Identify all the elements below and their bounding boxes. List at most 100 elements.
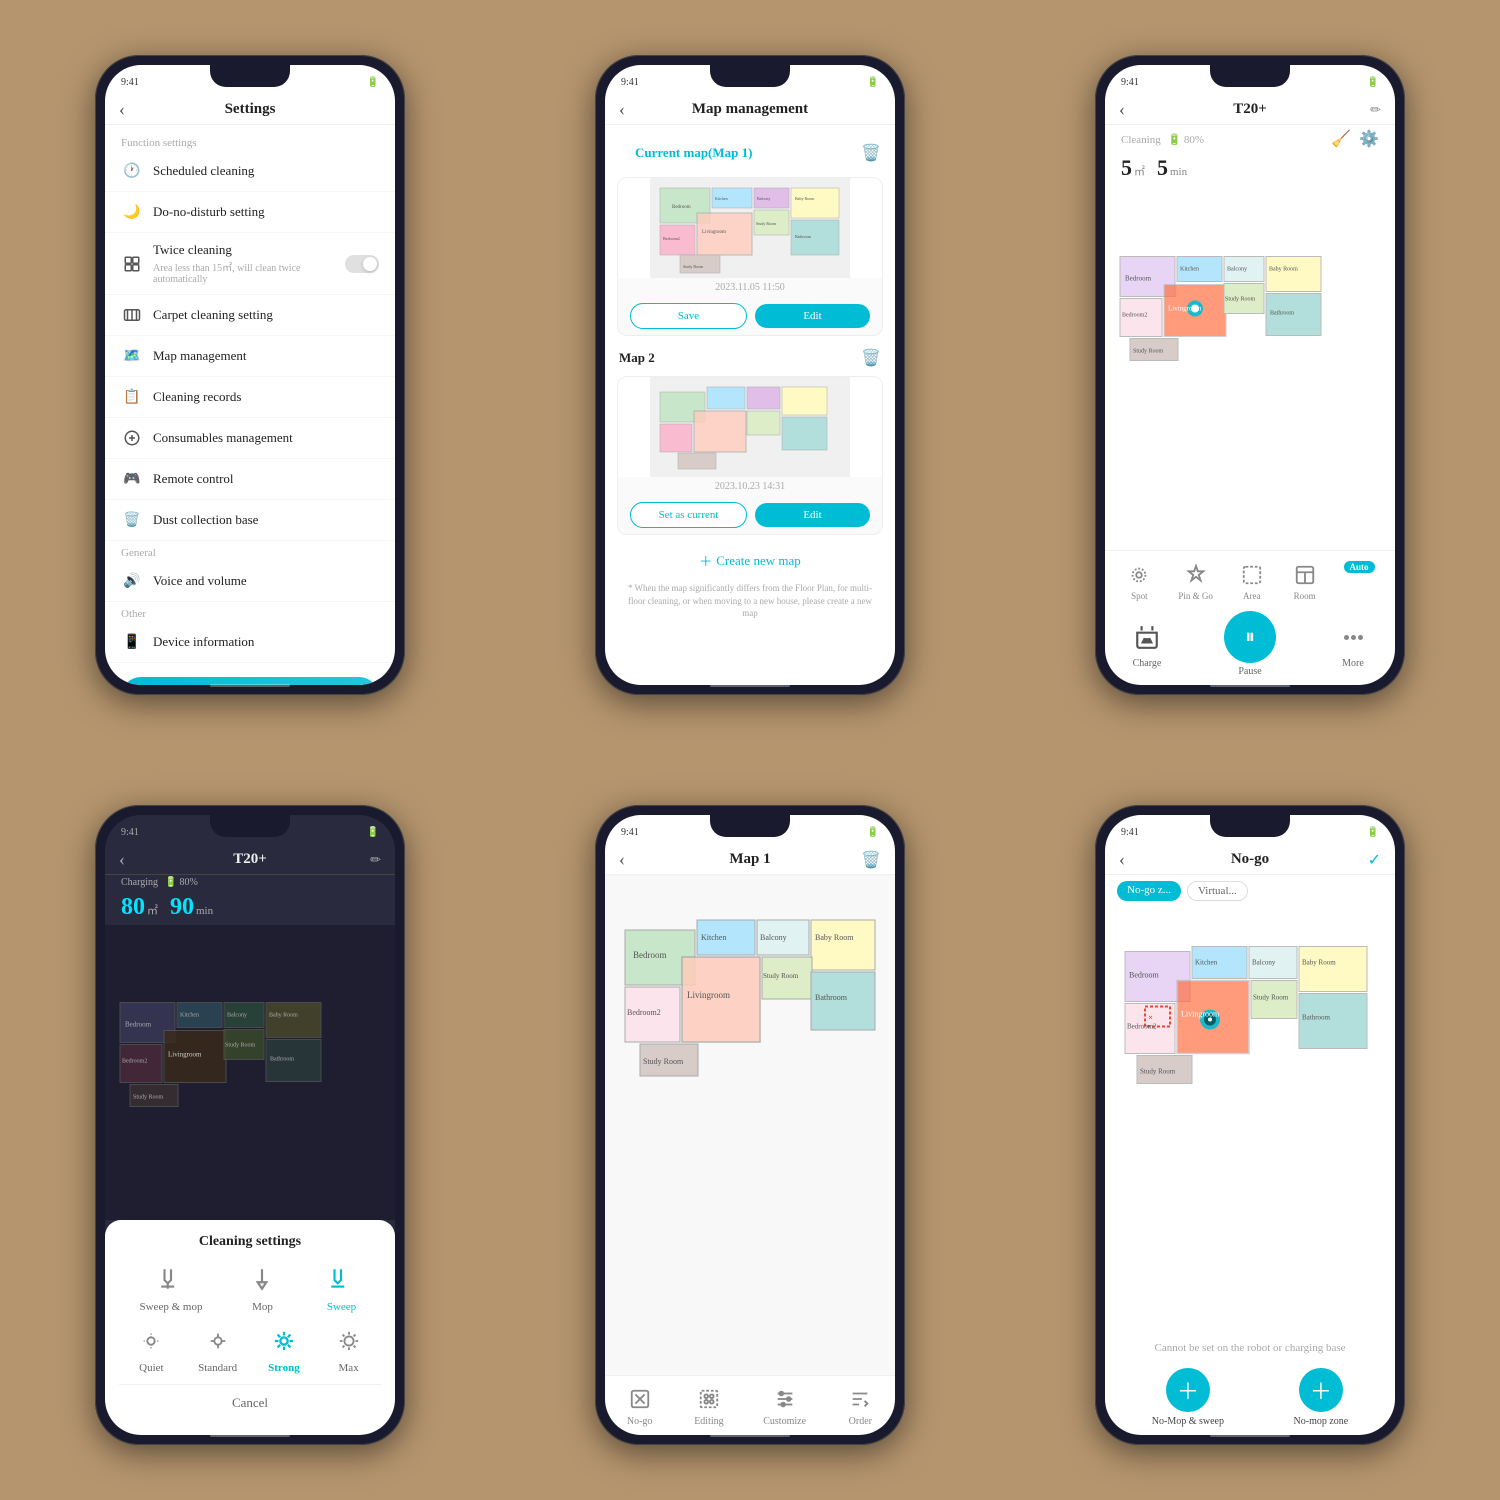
strong-item[interactable]: Strong xyxy=(266,1323,302,1374)
toolbar-customize[interactable]: Customize xyxy=(763,1384,806,1427)
settings-scroll-area[interactable]: Function settings 🕐 Scheduled cleaning 🌙… xyxy=(105,125,395,685)
area-unit: ㎡ xyxy=(1134,163,1145,179)
carpet-icon xyxy=(121,304,143,326)
svg-text:Study Room: Study Room xyxy=(683,264,704,269)
delete-map1-icon[interactable]: 🗑️ xyxy=(861,143,881,163)
settings-item-dust[interactable]: 🗑️ Dust collection base xyxy=(105,500,395,541)
settings-item-map[interactable]: 🗺️ Map management xyxy=(105,336,395,377)
mop-item[interactable]: Mop xyxy=(243,1260,281,1313)
settings-item-carpet[interactable]: Carpet cleaning setting xyxy=(105,295,395,336)
delete-map-editor-icon[interactable]: 🗑️ xyxy=(861,850,881,870)
svg-text:Baby Room: Baby Room xyxy=(269,1013,298,1019)
more-button[interactable]: More xyxy=(1335,619,1371,669)
map-mgmt-scroll[interactable]: Current map(Map 1) 🗑️ xyxy=(605,125,895,685)
dark-time-unit: min xyxy=(196,905,213,917)
settings-item-remote[interactable]: 🎮 Remote control xyxy=(105,459,395,500)
map2-timestamp: 2023.10.23 14:31 xyxy=(618,477,882,496)
edit-icon-t20[interactable]: ✏ xyxy=(1370,102,1381,118)
cleaning-settings-sheet: Cleaning settings Sweep & mop Mop xyxy=(105,1220,395,1435)
settings-header: ‹ Settings xyxy=(105,95,395,125)
save-button[interactable]: Save xyxy=(630,303,747,329)
settings-item-dnd[interactable]: 🌙 Do-no-disturb setting xyxy=(105,192,395,233)
settings-item-voice[interactable]: 🔊 Voice and volume xyxy=(105,561,395,602)
back-button-t20[interactable]: ‹ xyxy=(1119,99,1125,120)
t20-title: T20+ xyxy=(1233,101,1267,118)
twice-title: Twice cleaning xyxy=(153,242,335,258)
bottom-bar-6 xyxy=(1210,1434,1290,1437)
back-button-settings[interactable]: ‹ xyxy=(119,99,125,120)
virtual-tag[interactable]: Virtual... xyxy=(1187,881,1248,901)
settings-item-consumables[interactable]: Consumables management xyxy=(105,418,395,459)
scheduled-text: Scheduled cleaning xyxy=(153,163,379,179)
pause-button[interactable]: ⏸ Pause xyxy=(1224,611,1276,677)
charge-button[interactable]: Charge xyxy=(1129,619,1165,669)
mode-auto[interactable]: Auto xyxy=(1344,561,1375,601)
svg-text:Bedroom2: Bedroom2 xyxy=(663,236,680,241)
svg-text:Balcony: Balcony xyxy=(757,196,770,201)
back-button-nogo[interactable]: ‹ xyxy=(1119,849,1125,870)
header-icons: 🧹 ⚙️ xyxy=(1331,129,1379,149)
phone-cell-t20: 9:41 🔋 ‹ T20+ ✏ Cleaning 🔋 80% 🧹 ⚙️ xyxy=(1000,0,1500,750)
time-2: 9:41 xyxy=(621,77,639,88)
back-button-dark[interactable]: ‹ xyxy=(119,849,125,870)
notch-2 xyxy=(710,65,790,87)
phone-frame-settings: 9:41 🔋 ‹ Settings Function settings 🕐 Sc… xyxy=(95,55,405,695)
phone-frame-map-mgmt: 9:41 🔋 ‹ Map management Current map(Map … xyxy=(595,55,905,695)
edit-button-1[interactable]: Edit xyxy=(755,304,870,328)
bottom-bar-4 xyxy=(210,1434,290,1437)
mode-pingo[interactable]: Pin & Go xyxy=(1178,561,1213,601)
svg-text:Balcony: Balcony xyxy=(227,1013,247,1019)
cleaning-modes-row: Spot Pin & Go Area xyxy=(1113,557,1387,605)
nogo-zone-tag[interactable]: No-go z... xyxy=(1117,881,1181,901)
map-editor-map-area[interactable]: Bedroom Kitchen Balcony Baby Room Bedroo… xyxy=(605,875,895,1375)
nogo-actions: ＋ No-Mop & sweep ＋ No-mop zone xyxy=(1105,1360,1395,1435)
toolbar-editing[interactable]: Editing xyxy=(694,1384,724,1427)
sweep-mop-item[interactable]: Sweep & mop xyxy=(140,1260,203,1313)
device-text: Device information xyxy=(153,634,379,650)
bottom-bar-3 xyxy=(1210,684,1290,687)
pause-icon: ⏸ xyxy=(1224,611,1276,663)
map1-actions: Save Edit xyxy=(618,297,882,335)
map-editor-content: Bedroom Kitchen Balcony Baby Room Bedroo… xyxy=(605,875,895,1435)
standard-item[interactable]: Standard xyxy=(198,1323,237,1374)
consumables-icon xyxy=(121,427,143,449)
max-item[interactable]: Max xyxy=(331,1323,367,1374)
phone-screen-dark: 9:41 🔋 ‹ T20+ ✏ Charging 🔋 80% 80 ㎡ 90 m… xyxy=(105,815,395,1435)
sweep-icon xyxy=(322,1260,360,1298)
mode-spot[interactable]: Spot xyxy=(1125,561,1153,601)
add-nogo-sweep-item[interactable]: ＋ No-Mop & sweep xyxy=(1152,1368,1224,1427)
back-button-map[interactable]: ‹ xyxy=(619,99,625,120)
create-new-map-button[interactable]: ＋ Create new map xyxy=(605,539,895,582)
add-nomop-button[interactable]: ＋ xyxy=(1299,1368,1343,1412)
quiet-icon xyxy=(133,1323,169,1359)
toolbar-nogo[interactable]: No-go xyxy=(625,1384,655,1427)
confirm-nogo-icon[interactable]: ✓ xyxy=(1368,850,1381,870)
edit-button-2[interactable]: Edit xyxy=(755,503,870,527)
set-current-button[interactable]: Set as current xyxy=(630,502,747,528)
cancel-button[interactable]: Cancel xyxy=(119,1384,381,1421)
add-nomop-item[interactable]: ＋ No-mop zone xyxy=(1294,1368,1349,1427)
sweep-item[interactable]: Sweep xyxy=(322,1260,360,1313)
quiet-item[interactable]: Quiet xyxy=(133,1323,169,1374)
settings-item-records[interactable]: 📋 Cleaning records xyxy=(105,377,395,418)
current-map-label: Current map(Map 1) xyxy=(619,139,768,167)
time-unit: min xyxy=(1170,166,1187,178)
twice-icon xyxy=(121,253,143,275)
mode-room[interactable]: Room xyxy=(1291,561,1319,601)
settings-item-scheduled[interactable]: 🕐 Scheduled cleaning xyxy=(105,151,395,192)
twice-toggle[interactable] xyxy=(345,255,379,273)
mode-area[interactable]: Area xyxy=(1238,561,1266,601)
svg-text:Livingroom: Livingroom xyxy=(1181,1010,1220,1019)
max-icon xyxy=(331,1323,367,1359)
settings-item-twice[interactable]: Twice cleaning Area less than 15㎡, will … xyxy=(105,233,395,295)
device-icon: 📱 xyxy=(121,631,143,653)
nogo-map[interactable]: ✕ Bedroom Kitchen Balcony Baby Room Bedr… xyxy=(1105,907,1395,1336)
edit-icon-dark[interactable]: ✏ xyxy=(370,852,381,868)
add-nogo-sweep-button[interactable]: ＋ xyxy=(1166,1368,1210,1412)
delete-map2-icon[interactable]: 🗑️ xyxy=(861,348,881,368)
toolbar-order[interactable]: Order xyxy=(845,1384,875,1427)
nogo-tags: No-go z... Virtual... xyxy=(1105,875,1395,907)
bottom-bar-5 xyxy=(710,1434,790,1437)
settings-item-device[interactable]: 📱 Device information xyxy=(105,622,395,663)
back-button-editor[interactable]: ‹ xyxy=(619,849,625,870)
